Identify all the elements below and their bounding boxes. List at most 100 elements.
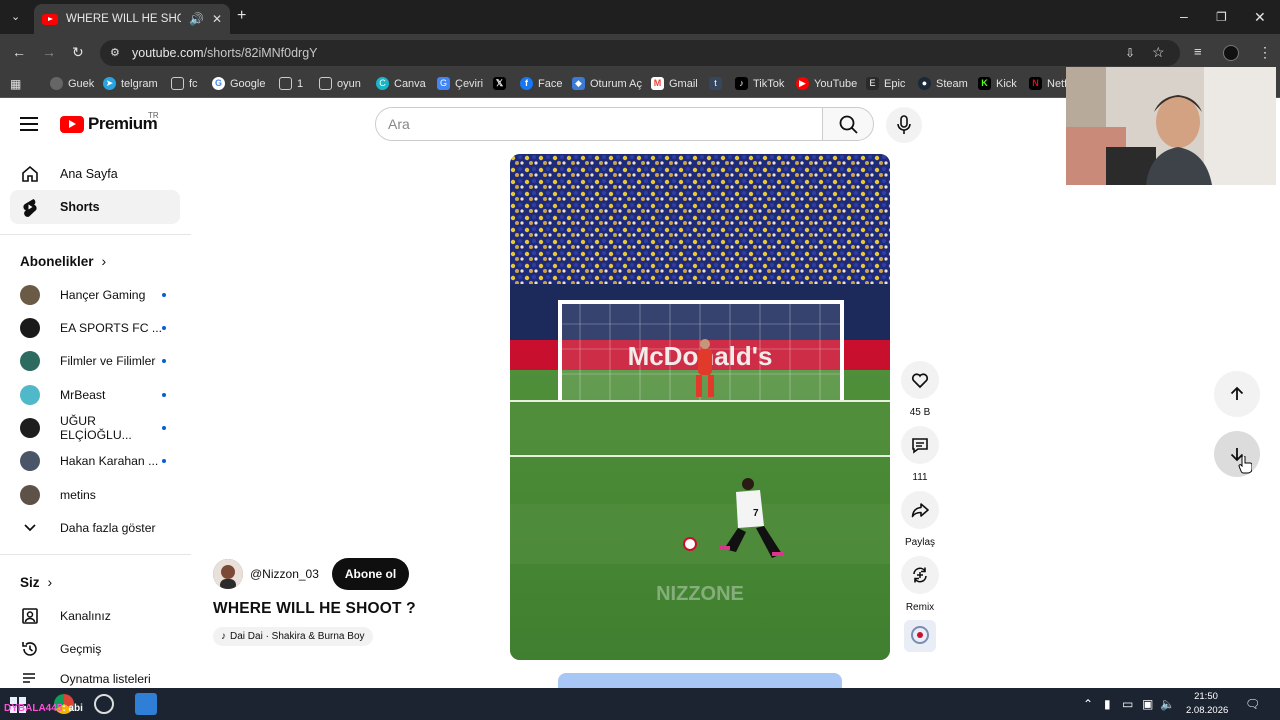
- bookmark-guek[interactable]: Guek: [50, 77, 94, 90]
- subscription-item[interactable]: Filmler ve Filimler: [20, 349, 170, 373]
- bookmark-1[interactable]: 1: [279, 77, 303, 90]
- url-text[interactable]: youtube.com/shorts/82iMNf0drgY: [132, 46, 318, 60]
- tab-audio-icon[interactable]: 🔊: [189, 12, 204, 26]
- bookmark-oyun[interactable]: oyun: [319, 77, 361, 90]
- youtube-premium-logo[interactable]: Premium: [60, 114, 158, 134]
- apps-grid-icon[interactable]: ▦: [10, 77, 21, 91]
- subscription-item[interactable]: Hakan Karahan ...: [20, 449, 170, 473]
- channel-handle[interactable]: @Nizzon_03: [250, 567, 319, 581]
- short-video-player[interactable]: McDonald's 7 NIZZONE: [510, 154, 890, 660]
- canva-icon: C: [376, 77, 389, 90]
- bookmark-netflix[interactable]: N Netfl: [1029, 77, 1070, 90]
- reload-icon[interactable]: ↻: [72, 45, 84, 59]
- tab-search-icon[interactable]: ⌄: [11, 10, 20, 24]
- share-action: Paylaş: [901, 491, 939, 548]
- bookmark-youtube[interactable]: ▶ YouTube: [796, 77, 857, 90]
- guide-menu-icon[interactable]: [20, 117, 40, 133]
- new-tab-icon[interactable]: +: [237, 8, 246, 24]
- bookmark-gmail[interactable]: M Gmail: [651, 77, 698, 90]
- chevron-right-icon: ›: [47, 574, 53, 590]
- browser-tab-active[interactable]: WHERE WILL HE SHOOT ? - YouTube 🔊 ✕: [34, 4, 230, 34]
- heart-icon: [911, 373, 929, 389]
- subscription-item[interactable]: MrBeast: [20, 383, 170, 407]
- sidebar-divider: [0, 234, 191, 235]
- youtube-logo-icon: [60, 115, 84, 133]
- bookmark-telgram[interactable]: ➤ telgram: [103, 77, 158, 90]
- next-short-button[interactable]: [1214, 431, 1260, 477]
- new-content-dot: [162, 326, 166, 330]
- bookmark-fc[interactable]: fc: [171, 77, 198, 90]
- bookmark-oturum-ac[interactable]: ◆ Oturum Aç: [572, 77, 642, 90]
- subscription-item[interactable]: Hançer Gaming: [20, 283, 170, 307]
- tray-network-icon[interactable]: ▣: [1142, 697, 1153, 711]
- subscription-item[interactable]: metins: [20, 483, 170, 507]
- webcam-overlay: [1066, 67, 1276, 185]
- tab-close-icon[interactable]: ✕: [212, 12, 222, 26]
- you-heading[interactable]: Siz ›: [20, 574, 52, 590]
- tray-mic-icon[interactable]: ▮: [1104, 697, 1111, 711]
- site-info-icon[interactable]: ⚙: [110, 46, 120, 60]
- new-content-dot: [162, 293, 166, 297]
- bookmark-canva[interactable]: C Canva: [376, 77, 426, 90]
- bookmark-x[interactable]: 𝕏: [493, 77, 506, 90]
- bookmark-ceviri[interactable]: G Çeviri: [437, 77, 483, 90]
- sound-thumbnail[interactable]: [904, 620, 936, 652]
- browser-menu-icon[interactable]: ⋮: [1258, 45, 1272, 59]
- music-pill[interactable]: ♪ Dai Dai · Shakira & Burna Boy: [213, 627, 373, 646]
- bookmark-tiktok[interactable]: ♪ TikTok: [735, 77, 784, 90]
- minimize-icon[interactable]: –: [1180, 9, 1188, 23]
- notifications-icon[interactable]: 🗨: [1245, 697, 1260, 711]
- sidebar-item-history[interactable]: Geçmiş: [20, 637, 170, 661]
- subscribe-button[interactable]: Abone ol: [331, 558, 410, 590]
- app-taskbar-icon[interactable]: [135, 693, 157, 715]
- tray-chevron-icon[interactable]: ⌃: [1083, 697, 1093, 711]
- bookmark-google[interactable]: G Google: [212, 77, 265, 90]
- channel-avatar[interactable]: [213, 559, 243, 589]
- bookmark-face[interactable]: f Face: [520, 77, 562, 90]
- taskbar-clock[interactable]: 21:50 2.08.2026: [1186, 690, 1228, 718]
- netflix-icon: N: [1029, 77, 1042, 90]
- tray-battery-icon[interactable]: ▭: [1122, 697, 1133, 711]
- tab-title: WHERE WILL HE SHOOT ? - YouTube: [66, 13, 181, 25]
- youtube-favicon-icon: [42, 13, 58, 25]
- channel-icon: [20, 606, 40, 626]
- show-more-button[interactable]: Daha fazla göster: [20, 516, 170, 540]
- voice-search-button[interactable]: [886, 107, 922, 143]
- subscriptions-heading[interactable]: Abonelikler ›: [20, 253, 106, 269]
- translate-icon: G: [437, 77, 450, 90]
- subscription-item[interactable]: UĞUR ELÇİOĞLU...: [20, 414, 170, 442]
- window-close-icon[interactable]: ✕: [1254, 10, 1266, 24]
- install-app-icon[interactable]: ⇩: [1125, 46, 1135, 60]
- obs-taskbar-icon[interactable]: [94, 694, 114, 714]
- remix-action: Remix: [901, 556, 939, 613]
- remix-button[interactable]: [901, 556, 939, 594]
- previous-short-button[interactable]: [1214, 371, 1260, 417]
- forward-icon[interactable]: →: [42, 45, 56, 59]
- bookmark-tumblr[interactable]: t: [709, 77, 722, 90]
- microphone-icon: [897, 115, 911, 134]
- sidebar-item-playlists[interactable]: Oynatma listeleri: [20, 670, 170, 688]
- short-title: WHERE WILL HE SHOOT ?: [213, 600, 416, 617]
- share-button[interactable]: [901, 491, 939, 529]
- bookmark-kick[interactable]: K Kick: [978, 77, 1017, 90]
- restore-icon[interactable]: ❐: [1216, 10, 1227, 24]
- like-button[interactable]: [901, 361, 939, 399]
- sidebar-item-home[interactable]: Ana Sayfa: [10, 157, 180, 191]
- video-watermark: NIZZONE: [656, 583, 744, 605]
- search-input[interactable]: [375, 107, 823, 141]
- subscription-item[interactable]: EA SPORTS FC ...: [20, 316, 170, 340]
- chevron-down-icon: [20, 518, 40, 538]
- folder-icon: [171, 77, 184, 90]
- bookmark-epic[interactable]: E Epic: [866, 77, 905, 90]
- bookmark-steam[interactable]: ● Steam: [918, 77, 968, 90]
- sidebar-item-your-channel[interactable]: Kanalınız: [20, 604, 170, 628]
- comment-button[interactable]: [901, 426, 939, 464]
- globe-icon: [50, 77, 63, 90]
- sidebar-item-shorts[interactable]: Shorts: [10, 190, 180, 224]
- media-controls-icon[interactable]: ≡: [1194, 45, 1202, 59]
- back-icon[interactable]: ←: [12, 45, 26, 59]
- profile-avatar[interactable]: [1223, 45, 1239, 61]
- tray-volume-icon[interactable]: 🔈: [1160, 697, 1175, 711]
- bookmark-star-icon[interactable]: ☆: [1152, 45, 1165, 59]
- search-button[interactable]: [822, 107, 874, 141]
